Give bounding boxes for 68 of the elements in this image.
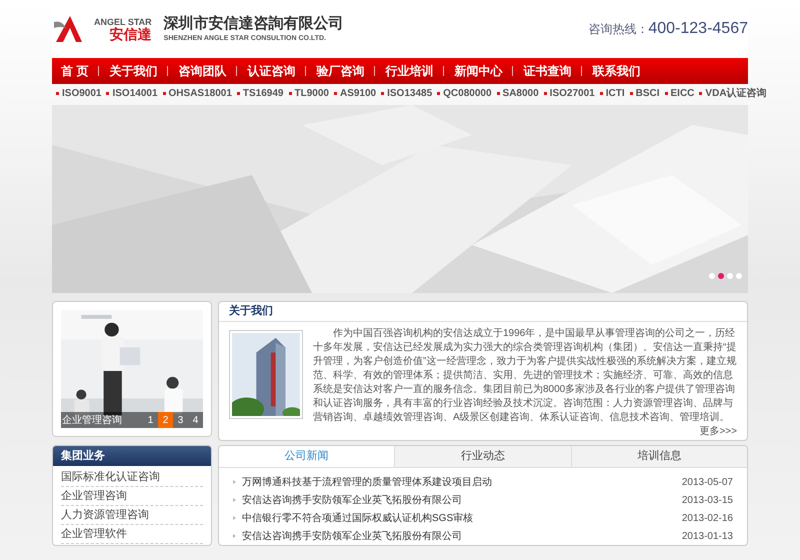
bullet-icon [288, 92, 292, 94]
showcase-caption: 企业管理咨询 [61, 414, 122, 428]
logo-english: ANGEL STAR [94, 18, 152, 26]
nav-link[interactable]: 认证咨询 [246, 62, 296, 80]
bullet-icon [544, 92, 547, 94]
business-link[interactable]: 人力资源管理咨询 [61, 506, 149, 524]
nav-link[interactable]: 证书查询 [522, 62, 572, 80]
cert-link[interactable]: SA8000 [502, 86, 539, 100]
nav-link[interactable]: 联系我们 [591, 62, 642, 80]
news-link[interactable]: 万网博通科技基于流程管理的质量管理体系建设项目启动 [242, 474, 676, 490]
cert-link[interactable]: VDA认证咨询 [705, 86, 767, 100]
cert-link[interactable]: EICC [670, 86, 694, 100]
bullet-icon [162, 92, 166, 94]
business-link[interactable]: 企业管理软件 [61, 526, 127, 542]
bullet-icon [56, 92, 59, 94]
bullet-icon [496, 92, 500, 94]
arrow-icon [233, 480, 236, 484]
nav-link[interactable]: 验厂咨询 [315, 62, 366, 80]
news-tab[interactable]: 培训信息 [570, 446, 747, 467]
arrow-icon [233, 534, 236, 538]
cert-link[interactable]: OHSAS18001 [168, 86, 232, 100]
news-date: 2013-05-07 [682, 476, 733, 490]
cert-link[interactable]: ISO14001 [112, 86, 158, 100]
cert-link[interactable]: ISO13485 [387, 86, 432, 100]
cert-link[interactable]: AS9100 [340, 86, 376, 100]
bullet-icon [106, 92, 110, 94]
bullet-icon [334, 92, 337, 94]
page-number[interactable]: 1 [143, 412, 158, 428]
news-tab[interactable]: 行业动态 [394, 446, 571, 467]
page-number[interactable]: 3 [173, 412, 188, 428]
cert-link[interactable]: ICTI [606, 86, 625, 100]
hotline-number: 400-123-4567 [648, 19, 748, 39]
hotline-label: 咨询热线： [588, 21, 648, 38]
nav-link[interactable]: 新闻中心 [453, 62, 504, 80]
about-text: 作为中国百强咨询机构的安信达成立于1996年，是中国最早从事管理咨询的公司之一，历经十多年发展，安信达已经发展成为实力强大的综合类管理咨询机构（集团）。安信达一直秉持“提升管理，为客户创造价值”这一经营理念，致力于为客户提供实战性极强的系统解决方案，建立规范、科学、有效的管理体系；提供简洁、实用、先进的管理技术；实施经济、可靠、高效的信息系统是安信达对客户一直的服务信念。集团目前已为8000多家涉及各行业的客户提供了管理咨询和认证咨询服务，具有丰富的行业咨询经验及技术沉淀。咨询范围：人力资源管理咨询、品牌与营销咨询、卓越绩效管理咨询、A级景区创建咨询、体系认证咨询、信息技术咨询、管理培训。 [313, 327, 737, 425]
nav-link[interactable]: 首 页 [60, 62, 90, 80]
company-name: 深圳市安信達咨詢有限公司 [164, 16, 344, 31]
cert-link[interactable]: BSCI [636, 86, 660, 100]
cert-link[interactable]: TS16949 [242, 86, 284, 100]
news-link[interactable]: 安信达咨询携手安防领军企业英飞拓股份有限公司 [242, 492, 676, 508]
cert-link[interactable]: TL9000 [294, 86, 329, 100]
arrow-icon [233, 516, 236, 520]
arrow-icon [233, 498, 236, 502]
cert-link[interactable]: ISO27001 [550, 86, 595, 100]
cert-link[interactable]: ISO9001 [62, 86, 102, 100]
bullet-icon [437, 92, 440, 94]
more-link[interactable]: 更多>>> [699, 425, 737, 438]
bullet-icon [630, 92, 633, 94]
news-link[interactable]: 安信达咨询携手安防领军企业英飞拓股份有限公司 [242, 528, 676, 544]
nav-link[interactable]: 关于我们 [108, 62, 158, 80]
nav-link[interactable]: 咨询团队 [177, 62, 228, 80]
news-link[interactable]: 中信银行零不符合项通过国际权威认证机构SGS审核 [242, 510, 676, 526]
news-date: 2013-02-16 [682, 512, 733, 526]
business-link[interactable]: 企业管理咨询 [61, 488, 127, 504]
cert-link[interactable]: QC080000 [443, 86, 492, 100]
bullet-icon [664, 92, 668, 94]
page-number[interactable]: 4 [188, 412, 203, 428]
bullet-icon [381, 92, 384, 94]
panel-title: 关于我们 [229, 304, 273, 320]
bullet-icon [600, 92, 603, 94]
bullet-icon [699, 92, 702, 94]
business-link[interactable]: 国际标准化认证咨询 [61, 468, 160, 486]
news-date: 2013-03-15 [682, 494, 733, 508]
news-date: 2013-01-13 [682, 530, 733, 544]
panel-title: 集团业务 [61, 448, 105, 464]
logo-chinese: 安信達 [110, 26, 152, 40]
bullet-icon [236, 92, 240, 94]
nav-link[interactable]: 行业培训 [384, 62, 434, 80]
